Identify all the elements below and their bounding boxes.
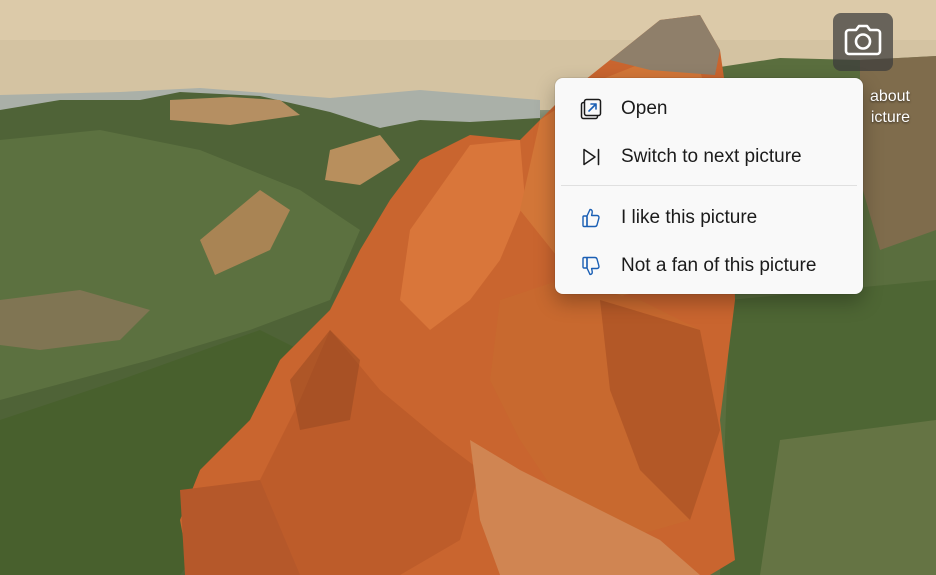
context-menu: Open Switch to next picture I like this … (555, 78, 863, 294)
thumbs-up-icon (579, 206, 603, 230)
camera-icon (843, 23, 883, 62)
menu-item-dislike[interactable]: Not a fan of this picture (555, 242, 863, 290)
menu-item-switch-next[interactable]: Switch to next picture (555, 133, 863, 181)
menu-item-open[interactable]: Open (555, 85, 863, 133)
menu-item-label: Switch to next picture (621, 146, 802, 167)
next-track-icon (579, 145, 603, 169)
thumbs-down-icon (579, 254, 603, 278)
menu-separator (561, 185, 857, 186)
menu-item-like[interactable]: I like this picture (555, 194, 863, 242)
caption-line-2: icture (870, 109, 910, 126)
menu-item-label: Open (621, 98, 668, 119)
menu-item-label: I like this picture (621, 207, 758, 228)
picture-info-caption[interactable]: about icture (870, 86, 910, 128)
caption-line-1: about (869, 88, 910, 105)
menu-item-label: Not a fan of this picture (621, 255, 817, 276)
open-external-icon (579, 97, 603, 121)
camera-button[interactable] (833, 13, 893, 71)
